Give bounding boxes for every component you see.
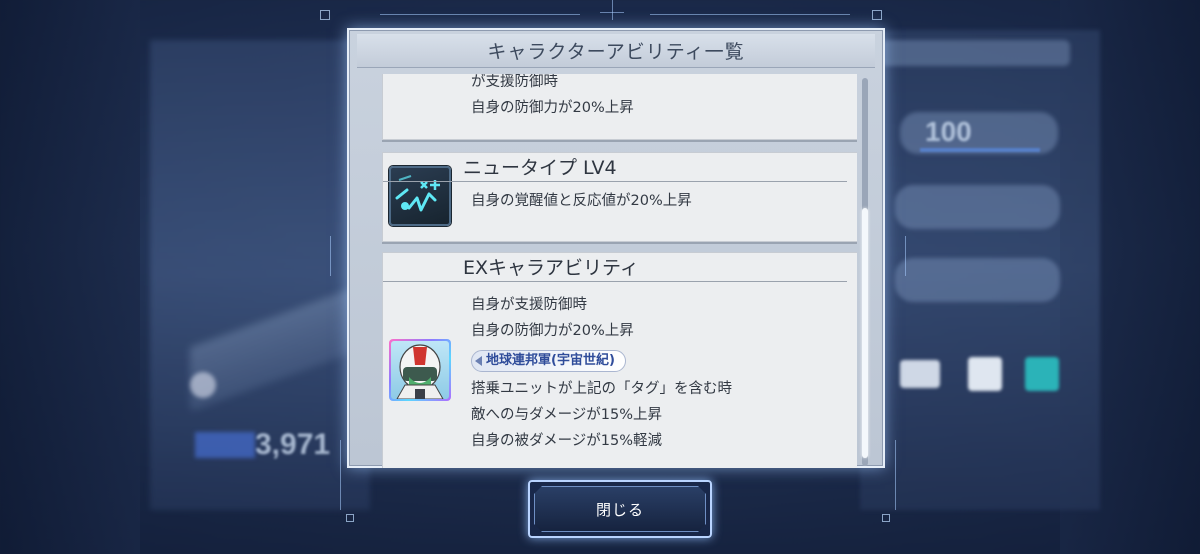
hud-tick (612, 0, 613, 20)
ability-card-body: ニュータイプ LV4 自身の覚醒値と反応値が20%上昇 (383, 155, 847, 214)
background-stat-value: 100 (925, 116, 972, 147)
hud-tick (905, 236, 906, 276)
scrollbar-thumb[interactable] (862, 208, 868, 458)
hud-tick (600, 12, 624, 13)
ability-description: 自身が支援防御時 自身の防御力が20%上昇 地球連邦軍(宇宙世紀) 搭乗ユニット… (383, 292, 847, 454)
ability-description-line: 自身の防御力が20%上昇 (471, 100, 634, 116)
hud-tick (895, 440, 896, 510)
background-button (900, 360, 940, 388)
background-display-icon (1025, 357, 1059, 391)
hud-tick (340, 440, 341, 510)
background-search-field-2 (895, 258, 1060, 302)
hud-corner (872, 10, 882, 20)
hud-line-top (650, 14, 850, 15)
dialog-title: キャラクターアビリティ一覧 (487, 41, 745, 63)
background-search-field (895, 185, 1060, 229)
background-power-value: 3,971 (255, 428, 331, 461)
hud-line-top (380, 14, 580, 15)
hud-tick (330, 236, 331, 276)
hud-corner (320, 10, 330, 20)
close-button-frame: 閉じる (528, 480, 712, 538)
ability-description-line: が支援防御時 (471, 74, 558, 90)
ability-effect-line: 自身の被ダメージが15%軽減 (471, 433, 663, 449)
ability-description-line: 自身の覚醒値と反応値が20%上昇 (471, 193, 692, 209)
ability-list[interactable]: が支援防御時 自身の防御力が20%上昇 ニュータイプ LV4 自身の覚醒値と反応… (379, 74, 857, 468)
ability-title: EXキャラアビリティ (383, 255, 847, 282)
background-avatar (190, 372, 216, 398)
background-stat-bar (920, 148, 1040, 152)
ability-card-body: が支援防御時 自身の防御力が20%上昇 (471, 74, 847, 121)
background-memo-icon (968, 357, 1002, 391)
background-art (190, 260, 370, 410)
ability-card: が支援防御時 自身の防御力が20%上昇 (382, 74, 857, 140)
background-header-field (880, 40, 1070, 66)
ability-card-ex: EXキャラアビリティ 自身が支援防御時 自身の防御力が20%上昇 地球連邦軍(宇… (382, 252, 857, 468)
scrollbar[interactable] (862, 78, 868, 466)
ability-list-dialog: キャラクターアビリティ一覧 が支援防御時 自身の防御力が20%上昇 ニュータイプ… (347, 28, 885, 468)
close-button[interactable]: 閉じる (534, 486, 706, 532)
ability-description-line: 自身が支援防御時 (471, 297, 587, 313)
faction-tag: 地球連邦軍(宇宙世紀) (471, 350, 626, 372)
background-power-bar (195, 432, 255, 458)
background-edge-left (0, 0, 140, 554)
ability-card-body: EXキャラアビリティ 自身が支援防御時 自身の防御力が20%上昇 地球連邦軍(宇… (383, 255, 847, 454)
ability-title: ニュータイプ LV4 (383, 155, 847, 182)
hud-dot (346, 514, 354, 522)
ability-card-newtype: ニュータイプ LV4 自身の覚醒値と反応値が20%上昇 (382, 152, 857, 242)
ability-effect-line: 敵への与ダメージが15%上昇 (471, 407, 663, 423)
ability-description-line: 自身の防御力が20%上昇 (471, 323, 634, 339)
dialog-header: キャラクターアビリティ一覧 (357, 34, 875, 68)
ability-condition-line: 搭乗ユニットが上記の「タグ」を含む時 (471, 381, 732, 397)
hud-dot (882, 514, 890, 522)
